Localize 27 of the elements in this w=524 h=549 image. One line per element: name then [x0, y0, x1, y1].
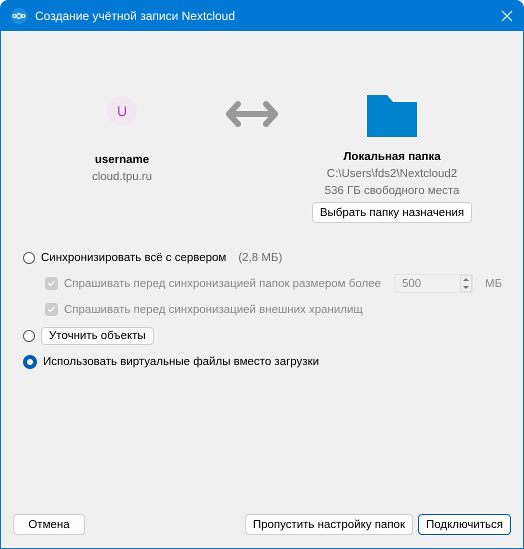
local-folder-title: Локальная папка [343, 151, 441, 163]
option-label: Использовать виртуальные файлы вместо загрузки [43, 356, 320, 368]
radio-button[interactable] [23, 330, 35, 342]
folder-icon [365, 93, 419, 139]
unit-label: МБ [485, 278, 502, 290]
username-label: username [94, 154, 150, 166]
check-icon [47, 305, 56, 314]
check-icon [47, 279, 56, 288]
close-icon[interactable] [501, 10, 513, 22]
double-arrow-icon [226, 101, 278, 127]
free-space-label: 536 ГБ свободного места [324, 185, 460, 197]
server-label: cloud.tpu.ru [92, 171, 152, 183]
avatar: U [107, 96, 137, 126]
cancel-button[interactable]: Отмена [13, 514, 85, 535]
option-label: Спрашивать перед синхронизацией внешних хранилищ [64, 304, 363, 316]
size-label: (2,8 МБ) [238, 252, 282, 264]
window-title: Создание учётной записи Nextcloud [35, 8, 236, 22]
choose-folder-button[interactable]: Выбрать папку назначения [312, 202, 472, 223]
option-label: Спрашивать перед синхронизацией папок размером более [64, 278, 381, 290]
app-logo-icon [11, 8, 27, 24]
radio-button[interactable] [23, 252, 35, 264]
option-label: Синхронизировать всё с сервером [41, 252, 226, 264]
connect-button[interactable]: Подключиться [418, 514, 511, 535]
folder-path: C:\Users\fds2\Nextcloud2 [326, 168, 458, 180]
select-items-button[interactable]: Уточнить объекты [41, 326, 154, 344]
radio-button[interactable] [23, 354, 37, 368]
skip-folders-button[interactable]: Пропустить настройку папок [244, 514, 413, 535]
